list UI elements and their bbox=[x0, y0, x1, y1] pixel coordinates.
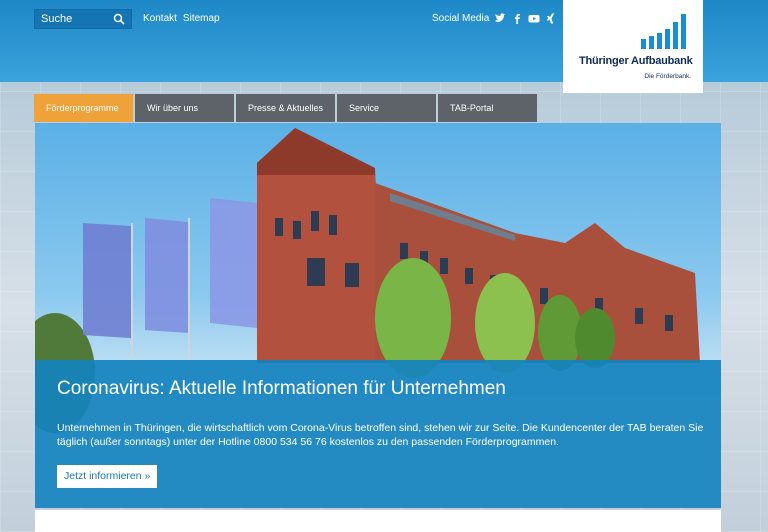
twitter-icon[interactable] bbox=[494, 13, 506, 24]
top-bar: Suche Kontakt Sitemap Social Media Thüri… bbox=[0, 0, 768, 93]
nav-tab-wir-ueber-uns[interactable]: Wir über uns bbox=[135, 94, 234, 122]
youtube-icon[interactable] bbox=[528, 13, 540, 24]
xing-icon[interactable] bbox=[545, 13, 557, 24]
search-icon[interactable] bbox=[113, 13, 125, 25]
nav-tab-presse-aktuelles[interactable]: Presse & Aktuelles bbox=[236, 94, 335, 122]
top-links: Kontakt Sitemap bbox=[143, 13, 220, 24]
content-card bbox=[35, 510, 721, 532]
main-nav: Förderprogramme Wir über uns Presse & Ak… bbox=[34, 94, 537, 122]
nav-tab-tab-portal[interactable]: TAB-Portal bbox=[438, 94, 537, 122]
social-media: Social Media bbox=[432, 13, 574, 24]
nav-tab-service[interactable]: Service bbox=[337, 94, 436, 122]
hero-text: Unternehmen in Thüringen, die wirtschaft… bbox=[57, 422, 704, 448]
logo[interactable]: Thüringer Aufbaubank Die Förderbank. bbox=[563, 0, 703, 93]
kontakt-link[interactable]: Kontakt bbox=[143, 13, 177, 24]
sitemap-link[interactable]: Sitemap bbox=[183, 13, 220, 24]
hero-banner: Coronavirus: Aktuelle Informationen für … bbox=[35, 360, 721, 508]
hero-teaser: Coronavirus: Aktuelle Informationen für … bbox=[35, 123, 721, 508]
jetzt-informieren-button[interactable]: Jetzt informieren » bbox=[57, 465, 158, 488]
search-placeholder: Suche bbox=[41, 13, 73, 25]
logo-bars-icon bbox=[641, 14, 686, 49]
social-media-label: Social Media bbox=[432, 13, 490, 24]
search-input[interactable]: Suche bbox=[34, 9, 132, 29]
logo-name: Thüringer Aufbaubank bbox=[579, 55, 693, 67]
logo-tagline: Die Förderbank. bbox=[644, 73, 691, 80]
facebook-icon[interactable] bbox=[511, 13, 523, 24]
nav-tab-foerderprogramme[interactable]: Förderprogramme bbox=[34, 94, 133, 122]
hero-title: Coronavirus: Aktuelle Informationen für … bbox=[57, 378, 506, 399]
